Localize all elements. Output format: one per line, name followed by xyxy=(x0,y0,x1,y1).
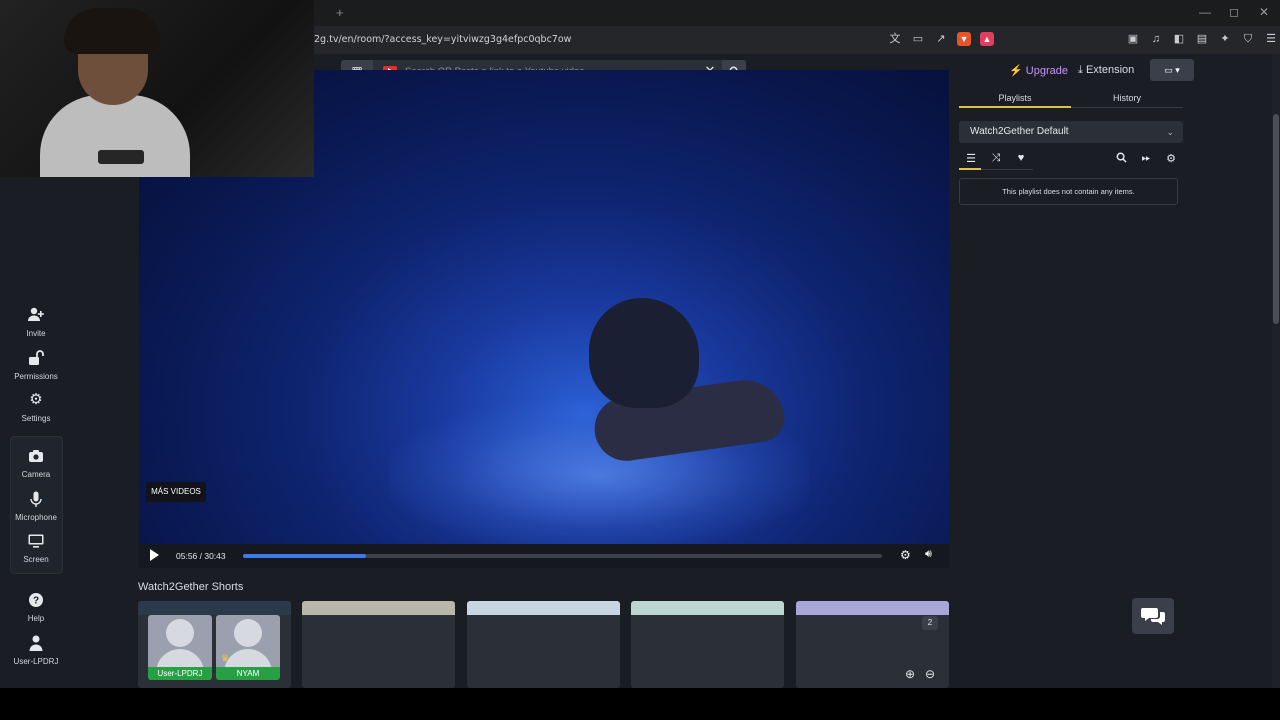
short-thumbnail[interactable] xyxy=(302,601,455,688)
player-settings-icon[interactable]: ⚙ xyxy=(900,548,911,562)
host-crown-icon: ♛ xyxy=(221,653,230,663)
language-icon: ▭ xyxy=(1164,65,1173,75)
playlist-toolbar: ☰ ⤨ ♥ ⏩︎ ⚙ xyxy=(959,150,1183,170)
permissions-button[interactable]: Permissions xyxy=(8,349,64,381)
chevron-down-icon: ⌄ xyxy=(1166,127,1174,137)
fast-forward-icon[interactable]: ⏩︎ xyxy=(1139,152,1153,165)
chat-button[interactable] xyxy=(1132,598,1174,634)
tab-search-icon[interactable]: ▣ xyxy=(1126,32,1140,46)
extension-link[interactable]: ⤓ Extension xyxy=(1078,64,1134,77)
settings-button[interactable]: ⚙ Settings xyxy=(8,391,64,423)
progress-bar[interactable] xyxy=(243,554,882,558)
tab-playlists[interactable]: Playlists xyxy=(959,88,1071,108)
shorts-title: Watch2Gether Shorts xyxy=(138,581,244,593)
shuffle-icon[interactable]: ⤨ xyxy=(989,152,1003,165)
svg-text:?: ? xyxy=(33,596,39,607)
shorts-count-badge: 2 xyxy=(922,616,938,630)
lock-open-icon xyxy=(27,349,45,367)
monitor-icon xyxy=(27,532,45,550)
invite-button[interactable]: Invite xyxy=(8,306,64,338)
search-icon[interactable] xyxy=(1114,152,1128,166)
short-sky xyxy=(796,601,949,615)
volume-icon[interactable]: 🔊︎ xyxy=(925,548,932,561)
user-name: User-LPDRJ xyxy=(148,667,212,680)
taskbar-area xyxy=(0,688,1280,720)
toolbar-actions: ▣ ♫ ◧ ▤ ✦ ⛉ ☰ xyxy=(1126,32,1278,46)
user-name: NYAM xyxy=(216,667,280,680)
user-plus-icon xyxy=(27,306,45,324)
share-icon[interactable]: ↗ xyxy=(934,32,948,46)
player-controls: 05:56 / 30:43 ⚙ 🔊︎ xyxy=(139,544,949,568)
active-tool-underline xyxy=(959,168,981,170)
short-thumbnail[interactable] xyxy=(467,601,620,688)
screen-share-button[interactable]: Screen xyxy=(8,532,64,564)
short-sky xyxy=(631,601,784,615)
empty-playlist-message: This playlist does not contain any items… xyxy=(959,178,1178,205)
page-scrollbar[interactable] xyxy=(1272,54,1280,688)
chevron-down-icon: ▾ xyxy=(1175,65,1180,75)
cast-icon[interactable]: ▭ xyxy=(911,32,925,46)
camera-button[interactable]: Camera xyxy=(8,447,64,479)
camera-icon xyxy=(27,447,45,465)
maximize-button[interactable]: ◻ xyxy=(1229,5,1239,19)
translate-icon[interactable]: 文 xyxy=(888,32,902,46)
wallet-icon[interactable]: ▤ xyxy=(1195,32,1209,46)
short-sky xyxy=(467,601,620,615)
address-actions: 文 ▭ ↗ ▼ ▲ xyxy=(888,32,994,46)
download-icon: ⤓ xyxy=(1078,64,1083,76)
rewards-icon[interactable]: ▲ xyxy=(980,32,994,46)
short-sky xyxy=(302,601,455,615)
close-window-button[interactable]: ✕ xyxy=(1259,5,1269,19)
webcam-overlay xyxy=(0,0,314,177)
language-selector[interactable]: ▭ ▾ xyxy=(1150,59,1194,81)
timecode: 05:56 / 30:43 xyxy=(176,551,226,561)
more-videos-button[interactable]: MÁS VIDEOS xyxy=(146,482,206,502)
upgrade-icon: ⚡ xyxy=(1009,65,1023,77)
url-field[interactable]: 2g.tv/en/room/?access_key=yitviwzg3g4efp… xyxy=(314,34,571,45)
list-icon[interactable]: ☰ xyxy=(964,152,978,165)
progress-fill xyxy=(243,554,367,558)
scroll-thumb[interactable] xyxy=(1273,114,1279,324)
user-icon xyxy=(27,634,45,652)
user-card[interactable]: User-LPDRJ xyxy=(148,615,212,680)
short-sky xyxy=(138,601,291,615)
playlist-select[interactable]: Watch2Gether Default ⌄ xyxy=(959,121,1183,143)
video-frame-head xyxy=(589,298,699,408)
short-thumbnail[interactable] xyxy=(631,601,784,688)
play-icon[interactable] xyxy=(150,549,159,561)
sidebar-toggle-icon[interactable]: ◧ xyxy=(1172,32,1186,46)
heart-icon[interactable]: ♥ xyxy=(1014,152,1028,164)
vpn-icon[interactable]: ⛉ xyxy=(1241,32,1255,46)
microphone-button[interactable]: Microphone xyxy=(8,490,64,522)
menu-icon[interactable]: ☰ xyxy=(1264,32,1278,46)
media-icon[interactable]: ♫ xyxy=(1149,32,1163,46)
microphone-icon xyxy=(27,490,45,508)
leo-icon[interactable]: ✦ xyxy=(1218,32,1232,46)
zoom-in-icon[interactable]: ⊕ xyxy=(905,667,915,681)
gear-icon: ⚙ xyxy=(29,391,43,408)
brave-shield-icon[interactable]: ▼ xyxy=(957,32,971,46)
help-icon: ? xyxy=(27,591,45,609)
upgrade-link[interactable]: ⚡ Upgrade xyxy=(1009,64,1068,77)
chat-icon xyxy=(1141,607,1165,625)
tab-history[interactable]: History xyxy=(1071,88,1183,108)
user-card[interactable]: NYAM xyxy=(216,615,280,680)
gear-icon[interactable]: ⚙ xyxy=(1164,152,1178,165)
user-profile-button[interactable]: User-LPDRJ xyxy=(8,634,64,666)
zoom-out-icon[interactable]: ⊖ xyxy=(925,667,935,681)
avatar xyxy=(148,615,212,673)
new-tab-button[interactable]: + xyxy=(336,5,344,20)
help-button[interactable]: ? Help xyxy=(8,591,64,623)
minimize-button[interactable]: — xyxy=(1199,5,1211,19)
